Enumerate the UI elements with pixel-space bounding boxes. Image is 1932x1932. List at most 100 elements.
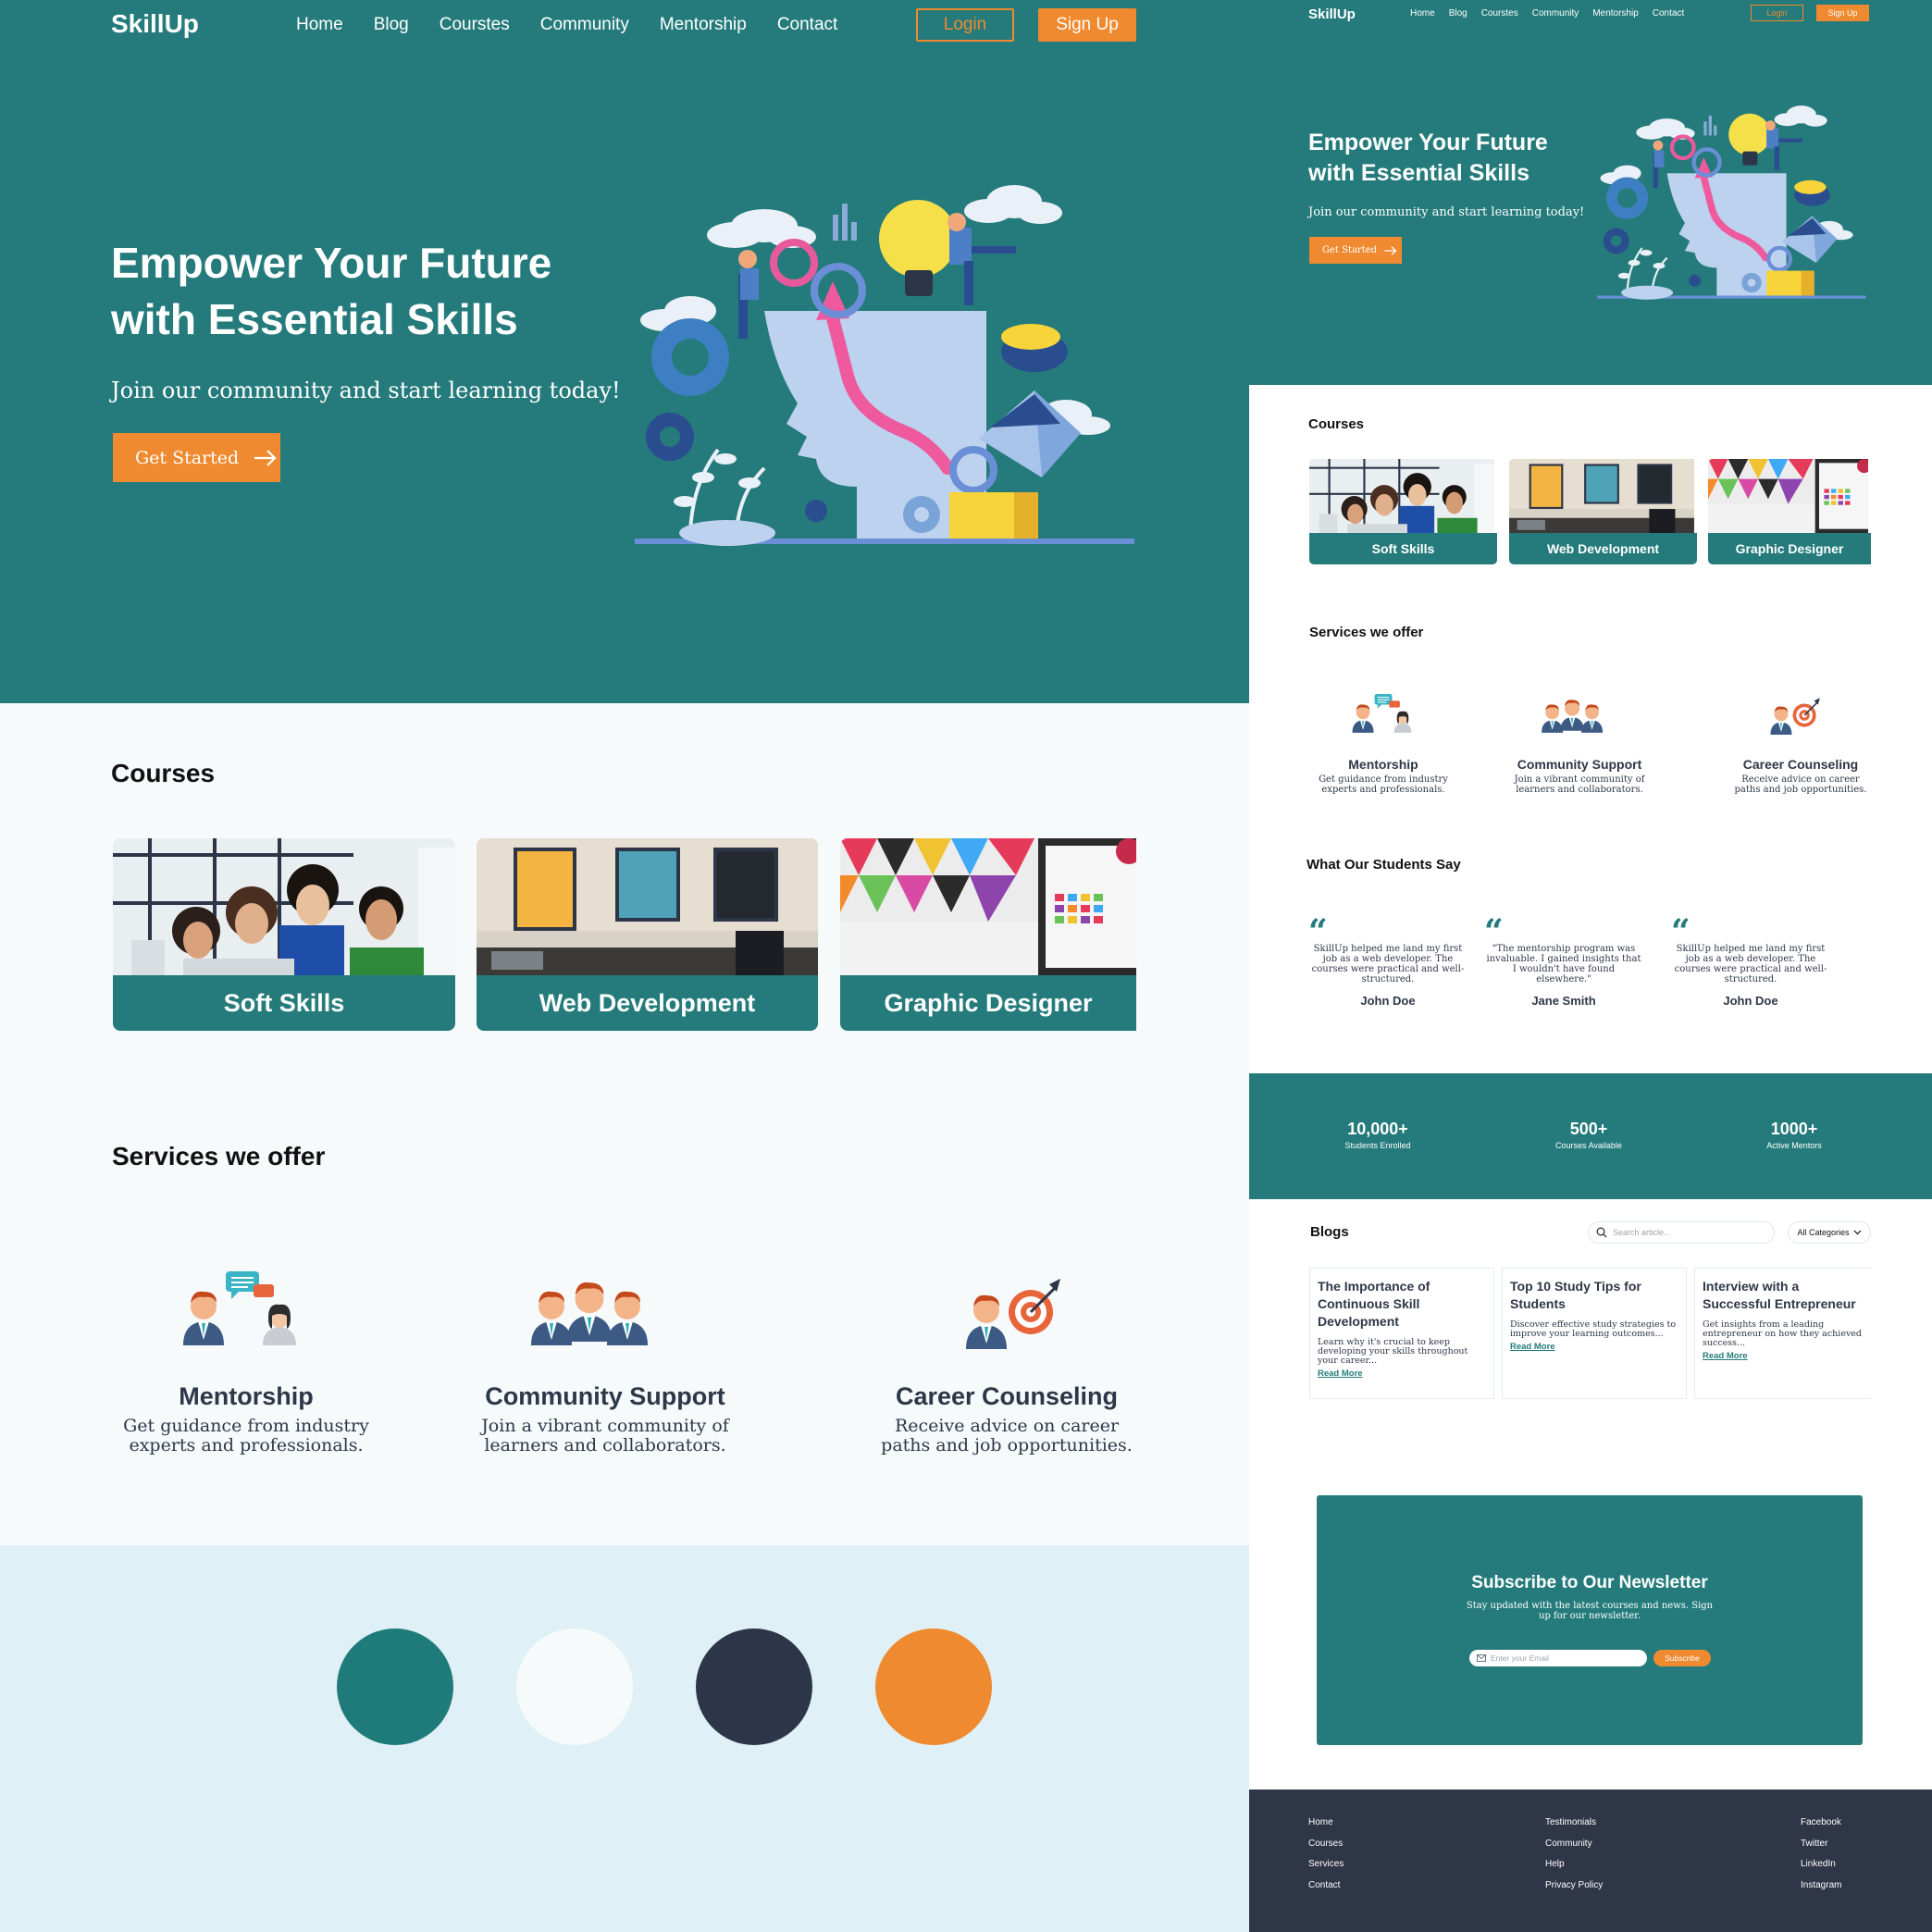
course-card-soft-skills-small[interactable]: Soft Skills [1309, 459, 1497, 564]
main-nav-small: Home Blog Courstes Community Mentorship … [1410, 8, 1684, 19]
web-development-image [477, 838, 818, 975]
footer-link[interactable]: Courses [1308, 1839, 1344, 1849]
read-more-link[interactable]: Read More [1510, 1342, 1678, 1352]
course-card-graphic-designer-small[interactable]: Graphic Designer [1708, 459, 1871, 564]
testimonial-name: John Doe [1360, 994, 1416, 1008]
read-more-link[interactable]: Read More [1318, 1368, 1486, 1379]
course-card-label: Web Development [1509, 533, 1697, 564]
footer-link[interactable]: Contact [1308, 1880, 1344, 1890]
blog-excerpt: Get insights from a leading entrepreneur… [1703, 1319, 1863, 1348]
testimonials-title: What Our Students Say [1307, 857, 1461, 873]
service-desc: Receive advice on career paths and job o… [1734, 774, 1867, 795]
course-card-web-development[interactable]: Web Development [477, 838, 818, 1031]
course-card-label: Soft Skills [1309, 533, 1497, 564]
color-swatch-navy [696, 1629, 812, 1745]
footer-link-facebook[interactable]: Facebook [1801, 1817, 1841, 1827]
career-counseling-icon [953, 1271, 1101, 1349]
nav-item-home[interactable]: Home [296, 15, 343, 35]
nav-item-courses[interactable]: Courstes [1481, 8, 1518, 19]
category-select[interactable]: All Categories [1788, 1221, 1871, 1244]
blog-card[interactable]: Interview with a Successful Entrepreneur… [1694, 1268, 1871, 1399]
testimonial-quote: "The mentorship program was invaluable. … [1486, 944, 1641, 985]
footer-link[interactable]: Testimonials [1545, 1817, 1603, 1827]
community-support-icon [1542, 694, 1619, 735]
nav-item-blog[interactable]: Blog [1449, 8, 1468, 19]
testimonial-card: "The mentorship program was invaluable. … [1484, 944, 1643, 1008]
footer-link[interactable]: Services [1308, 1859, 1344, 1869]
blog-card[interactable]: Top 10 Study Tips for Students Discover … [1502, 1268, 1687, 1399]
testimonial-card: SkillUp helped me land my first job as a… [1671, 944, 1830, 1008]
login-button-small[interactable]: Login [1751, 5, 1803, 21]
testimonial-quote: SkillUp helped me land my first job as a… [1311, 944, 1465, 985]
blog-search-input[interactable]: Search article... [1588, 1221, 1775, 1244]
brand-logo[interactable]: SkillUp [111, 9, 199, 39]
search-placeholder: Search article... [1613, 1228, 1671, 1237]
testimonial-card: SkillUp helped me land my first job as a… [1308, 944, 1468, 1008]
nav-item-blog[interactable]: Blog [374, 15, 409, 35]
service-title: Mentorship [179, 1382, 314, 1410]
color-swatch-teal [337, 1629, 453, 1745]
nav-item-courses[interactable]: Courstes [440, 15, 510, 35]
service-title: Community Support [485, 1382, 725, 1410]
color-swatch-white [516, 1629, 633, 1745]
footer-link-twitter[interactable]: Twitter [1801, 1839, 1841, 1849]
read-more-link[interactable]: Read More [1703, 1351, 1864, 1361]
services-title-small: Services we offer [1309, 625, 1424, 640]
nav-item-community[interactable]: Community [540, 15, 629, 35]
nav-item-community[interactable]: Community [1532, 8, 1579, 19]
login-button[interactable]: Login [916, 8, 1014, 42]
hero-subtitle-small: Join our community and start learning to… [1308, 205, 1585, 219]
community-support-icon [531, 1271, 679, 1349]
arrow-right-icon [1384, 245, 1397, 255]
blog-excerpt: Learn why it's crucial to keep developin… [1318, 1337, 1468, 1366]
footer-link-instagram[interactable]: Instagram [1801, 1880, 1841, 1890]
service-career-counseling-small: Career Counseling Receive advice on care… [1732, 757, 1869, 795]
service-mentorship: Mentorship Get guidance from industry ex… [120, 1382, 372, 1455]
footer-link[interactable]: Privacy Policy [1545, 1880, 1603, 1890]
nav-item-home[interactable]: Home [1410, 8, 1435, 19]
blog-excerpt: Discover effective study strategies to i… [1510, 1319, 1677, 1339]
service-title: Career Counseling [1742, 757, 1859, 772]
signup-button[interactable]: Sign Up [1038, 8, 1136, 42]
blogs-title: Blogs [1310, 1224, 1349, 1240]
footer-link[interactable]: Community [1545, 1839, 1603, 1849]
service-desc: Get guidance from industry experts and p… [1319, 774, 1448, 795]
signup-button-small[interactable]: Sign Up [1816, 5, 1869, 21]
blog-title: The Importance of Continuous Skill Devel… [1318, 1279, 1430, 1329]
footer-link[interactable]: Home [1308, 1817, 1344, 1827]
color-palette-section [0, 1545, 1249, 1932]
hero-illustration [635, 181, 1136, 551]
course-card-web-development-small[interactable]: Web Development [1509, 459, 1697, 564]
service-desc: Join a vibrant community of learners and… [1514, 774, 1645, 795]
hero-subtitle: Join our community and start learning to… [111, 378, 621, 403]
newsletter-email-input[interactable]: Enter your Email [1469, 1650, 1647, 1666]
service-desc: Join a vibrant community of learners and… [481, 1416, 729, 1455]
mentorship-icon [1344, 694, 1421, 735]
color-swatch-orange [875, 1629, 992, 1745]
footer-link[interactable]: Help [1545, 1859, 1603, 1869]
blog-title: Top 10 Study Tips for Students [1510, 1279, 1641, 1311]
footer-col-nav: Home Courses Services Contact [1308, 1817, 1344, 1890]
category-label: All Categories [1797, 1228, 1850, 1237]
service-title: Career Counseling [895, 1382, 1119, 1410]
footer-link-linkedin[interactable]: LinkedIn [1801, 1859, 1841, 1869]
brand-logo-small[interactable]: SkillUp [1308, 6, 1356, 22]
testimonial-name: John Doe [1723, 994, 1778, 1008]
nav-item-mentorship[interactable]: Mentorship [1592, 8, 1638, 19]
course-card-soft-skills[interactable]: Soft Skills [113, 838, 455, 1031]
get-started-label: Get Started [1322, 245, 1378, 255]
stat-label: Active Mentors [1766, 1141, 1822, 1150]
nav-item-contact[interactable]: Contact [777, 15, 837, 35]
footer-col-info: Testimonials Community Help Privacy Poli… [1545, 1817, 1603, 1890]
get-started-button-small[interactable]: Get Started [1309, 237, 1402, 264]
get-started-button[interactable]: Get Started [113, 433, 280, 482]
career-counseling-icon [1764, 694, 1841, 735]
subscribe-button[interactable]: Subscribe [1653, 1650, 1711, 1666]
blog-card[interactable]: The Importance of Continuous Skill Devel… [1309, 1268, 1494, 1399]
blog-title: Interview with a Successful Entrepreneur [1703, 1279, 1856, 1311]
service-title: Community Support [1517, 757, 1642, 772]
testimonial-quote: SkillUp helped me land my first job as a… [1674, 944, 1827, 985]
nav-item-mentorship[interactable]: Mentorship [660, 15, 747, 35]
nav-item-contact[interactable]: Contact [1653, 8, 1684, 19]
course-card-graphic-designer[interactable]: Graphic Designer [840, 838, 1136, 1031]
